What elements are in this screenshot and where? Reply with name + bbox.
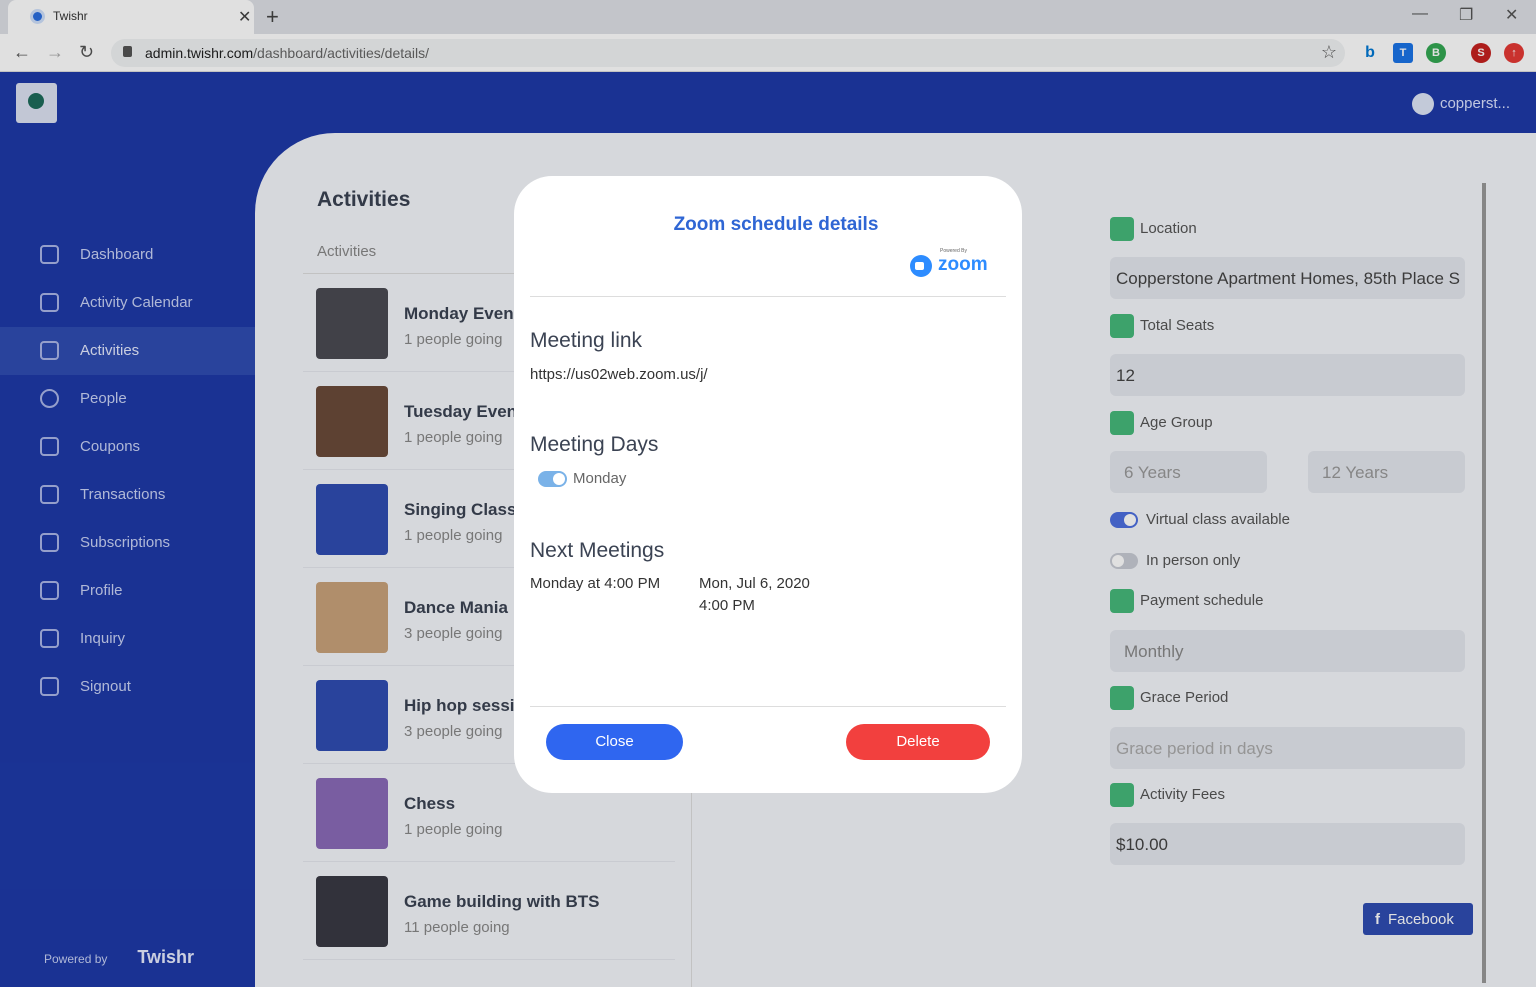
- meeting-schedule: Monday at 4:00 PM: [530, 575, 661, 592]
- zoom-schedule-modal: Zoom schedule details Powered By zoom Me…: [514, 176, 1022, 793]
- zoom-camera-icon: [910, 255, 932, 277]
- zoom-logo: Powered By zoom: [910, 248, 990, 278]
- next-meetings-heading: Next Meetings: [530, 539, 665, 562]
- modal-title: Zoom schedule details: [673, 214, 879, 235]
- day-toggle-monday[interactable]: Monday: [538, 470, 626, 488]
- close-button[interactable]: Close: [546, 724, 683, 760]
- divider: [530, 706, 1006, 707]
- meeting-link[interactable]: https://us02web.zoom.us/j/: [530, 366, 708, 383]
- toggle-switch: [538, 471, 567, 488]
- meeting-days-heading: Meeting Days: [530, 433, 659, 456]
- delete-button[interactable]: Delete: [846, 724, 990, 760]
- next-meeting-date: Mon, Jul 6, 2020 4:00 PM: [699, 575, 810, 614]
- divider: [530, 296, 1006, 297]
- meeting-link-heading: Meeting link: [530, 329, 643, 352]
